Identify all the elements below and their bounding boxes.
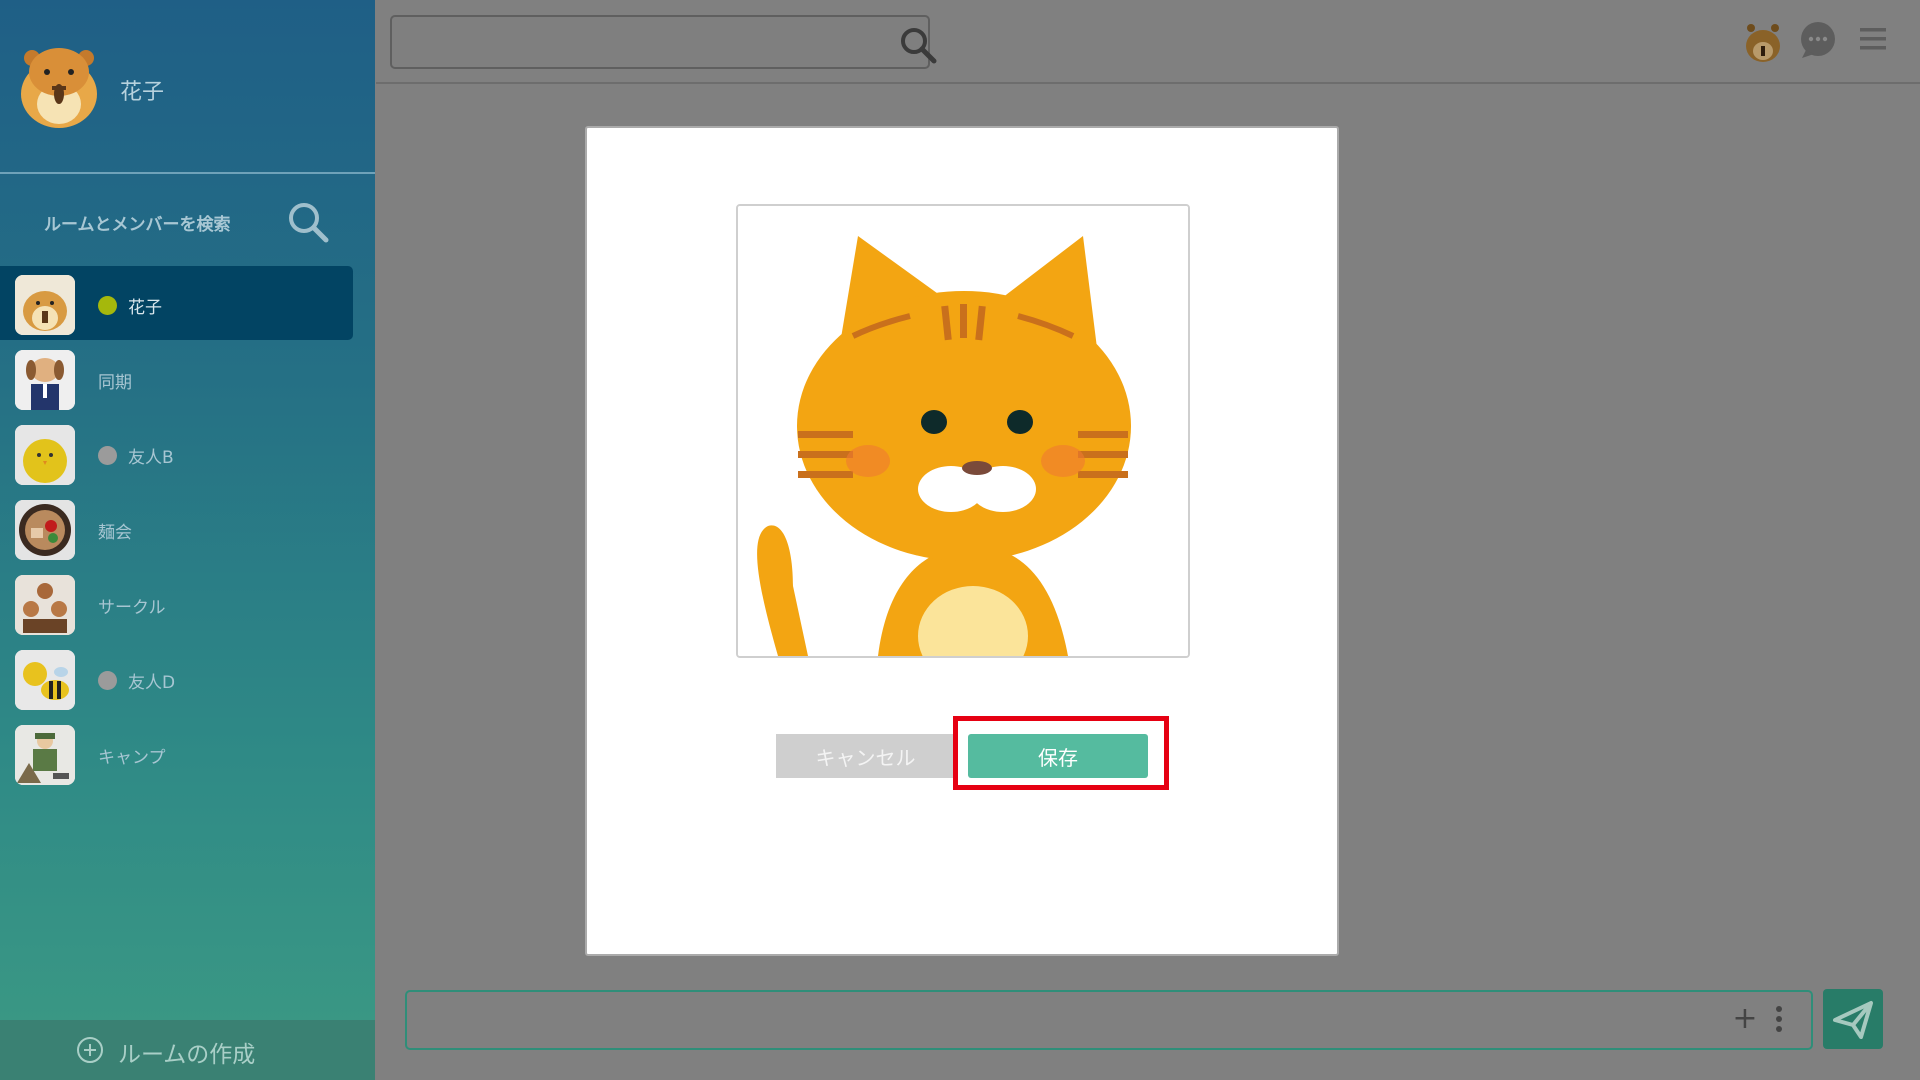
room-item[interactable]: 麺会 <box>0 491 353 565</box>
room-member-search[interactable]: ルームとメンバーを検索 <box>0 174 375 266</box>
create-room-button[interactable]: ルームの作成 <box>0 1020 375 1080</box>
hamburger-menu-icon[interactable] <box>1858 24 1888 54</box>
room-label: サークル <box>98 598 166 618</box>
bee-avatar <box>15 650 75 710</box>
room-label: 友人D <box>128 673 176 693</box>
message-input[interactable]: + <box>405 990 1813 1050</box>
hamster-avatar[interactable] <box>18 42 100 128</box>
room-label: 麺会 <box>98 523 132 543</box>
ramen-avatar <box>15 500 75 560</box>
profile-name: 花子 <box>120 80 165 105</box>
cancel-button[interactable]: キャンセル <box>776 734 955 778</box>
room-item[interactable]: 友人B <box>0 416 353 490</box>
offline-status-dot <box>98 671 117 690</box>
image-preview-dialog: キャンセル 保存 <box>585 126 1339 956</box>
more-vertical-icon[interactable] <box>1769 1002 1789 1036</box>
offline-status-dot <box>98 446 117 465</box>
room-label: 花子 <box>128 298 162 318</box>
plus-circle-icon <box>76 1036 104 1064</box>
send-button[interactable] <box>1823 989 1883 1049</box>
top-search-input[interactable] <box>390 15 937 69</box>
room-item[interactable]: サークル <box>0 566 353 640</box>
cat-icon <box>738 206 1188 656</box>
hamster-avatar <box>15 275 75 335</box>
room-label: キャンプ <box>98 748 166 768</box>
chick-avatar <box>15 425 75 485</box>
group-avatar <box>15 575 75 635</box>
room-item[interactable]: キャンプ <box>0 716 353 790</box>
chat-bubble-icon[interactable] <box>1798 20 1838 60</box>
send-icon <box>1833 1001 1873 1039</box>
online-status-dot <box>98 296 117 315</box>
dog-avatar <box>15 350 75 410</box>
cat-image-preview <box>736 204 1190 658</box>
hamster-avatar[interactable] <box>1743 20 1783 62</box>
search-icon[interactable] <box>286 200 330 244</box>
sidebar: 花子 ルームとメンバーを検索 花子 同期 友人B 麺会 サークル 友人D キャン… <box>0 0 375 1080</box>
create-room-label: ルームの作成 <box>118 1042 256 1068</box>
room-label: 友人B <box>128 448 174 468</box>
search-icon[interactable] <box>898 25 938 65</box>
camp-avatar <box>15 725 75 785</box>
room-item[interactable]: 同期 <box>0 341 353 415</box>
save-button[interactable]: 保存 <box>968 734 1148 778</box>
plus-icon[interactable]: + <box>1729 1002 1761 1036</box>
room-item[interactable]: 花子 <box>0 266 353 340</box>
profile-header: 花子 <box>0 0 375 174</box>
room-item[interactable]: 友人D <box>0 641 353 715</box>
search-label: ルームとメンバーを検索 <box>44 215 231 235</box>
top-bar <box>376 0 1920 84</box>
room-label: 同期 <box>98 373 132 393</box>
